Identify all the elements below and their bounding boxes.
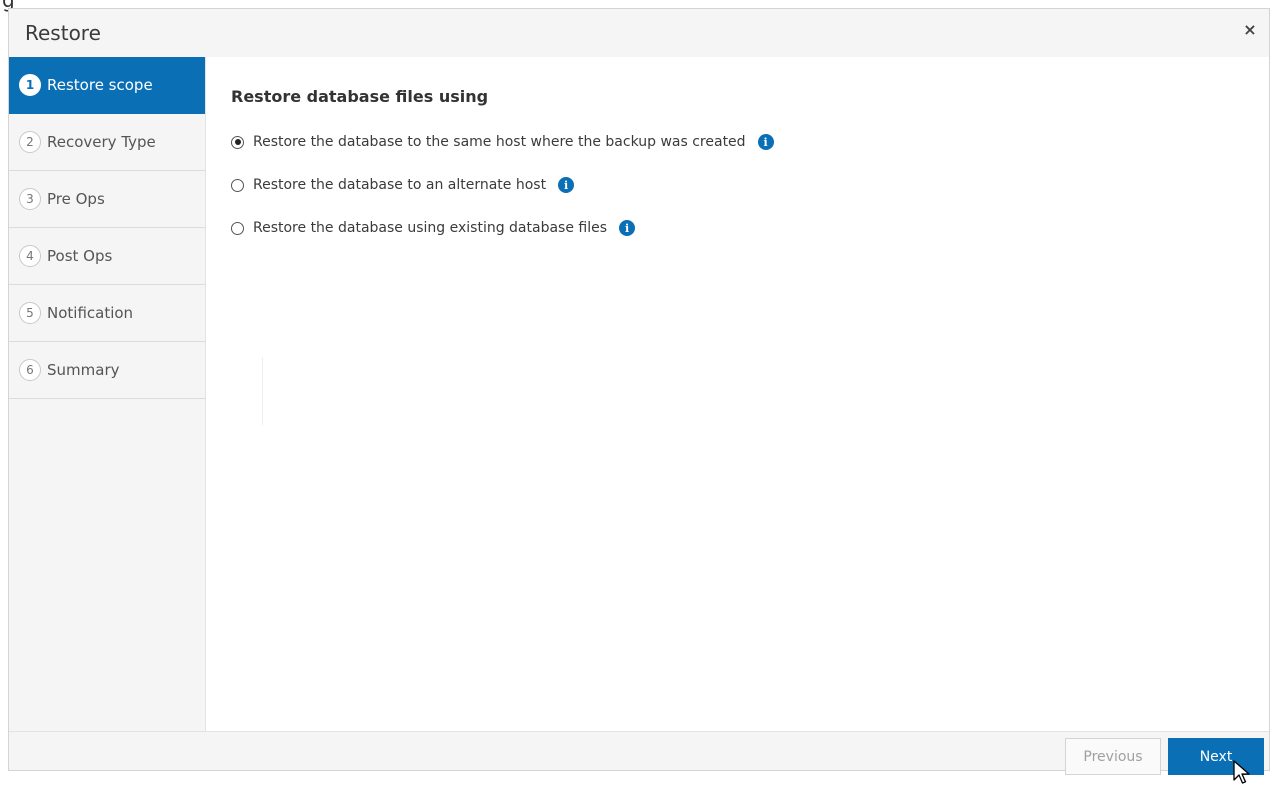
step-number-badge: 3 [19, 188, 41, 210]
step-label: Notification [47, 304, 134, 322]
info-icon[interactable]: i [558, 177, 575, 193]
mouse-pointer-icon [1233, 760, 1250, 784]
step-post-ops[interactable]: 4 Post Ops [9, 228, 205, 285]
step-number-badge: 4 [19, 245, 41, 267]
step-summary[interactable]: 6 Summary [9, 342, 205, 399]
radio-button-selected[interactable] [231, 135, 244, 149]
step-label: Recovery Type [47, 133, 156, 151]
step-number-badge: 5 [19, 302, 41, 324]
close-icon[interactable]: × [1241, 21, 1259, 39]
step-notification[interactable]: 5 Notification [9, 285, 205, 342]
step-label: Post Ops [47, 247, 113, 265]
option-label: Restore the database to an alternate hos… [253, 177, 547, 193]
option-existing-files[interactable]: Restore the database using existing data… [231, 220, 636, 236]
restore-scope-panel: Restore database files using Restore the… [206, 57, 1269, 732]
option-alternate-host[interactable]: Restore the database to an alternate hos… [231, 177, 575, 193]
step-number-badge: 1 [19, 74, 41, 96]
info-icon[interactable]: i [757, 134, 774, 150]
dialog-titlebar: Restore × [9, 9, 1269, 58]
option-label: Restore the database using existing data… [253, 220, 608, 236]
section-heading: Restore database files using [231, 87, 489, 106]
step-label: Restore scope [47, 76, 153, 94]
divider [262, 357, 263, 425]
dialog-title: Restore [25, 21, 101, 45]
option-label: Restore the database to the same host wh… [253, 134, 746, 150]
step-pre-ops[interactable]: 3 Pre Ops [9, 171, 205, 228]
radio-button[interactable] [231, 221, 244, 235]
step-label: Pre Ops [47, 190, 105, 208]
step-recovery-type[interactable]: 2 Recovery Type [9, 114, 205, 171]
step-label: Summary [47, 361, 120, 379]
step-number-badge: 2 [19, 131, 41, 153]
step-number-badge: 6 [19, 359, 41, 381]
dialog-footer: Previous Next [9, 731, 1269, 775]
radio-button[interactable] [231, 178, 244, 192]
info-icon[interactable]: i [619, 220, 636, 236]
previous-button[interactable]: Previous [1065, 738, 1161, 775]
option-same-host[interactable]: Restore the database to the same host wh… [231, 134, 774, 150]
restore-dialog: Restore × 1 Restore scope 2 Recovery Typ… [8, 8, 1270, 775]
wizard-steps-sidebar: 1 Restore scope 2 Recovery Type 3 Pre Op… [9, 57, 206, 732]
step-restore-scope[interactable]: 1 Restore scope [9, 57, 205, 114]
